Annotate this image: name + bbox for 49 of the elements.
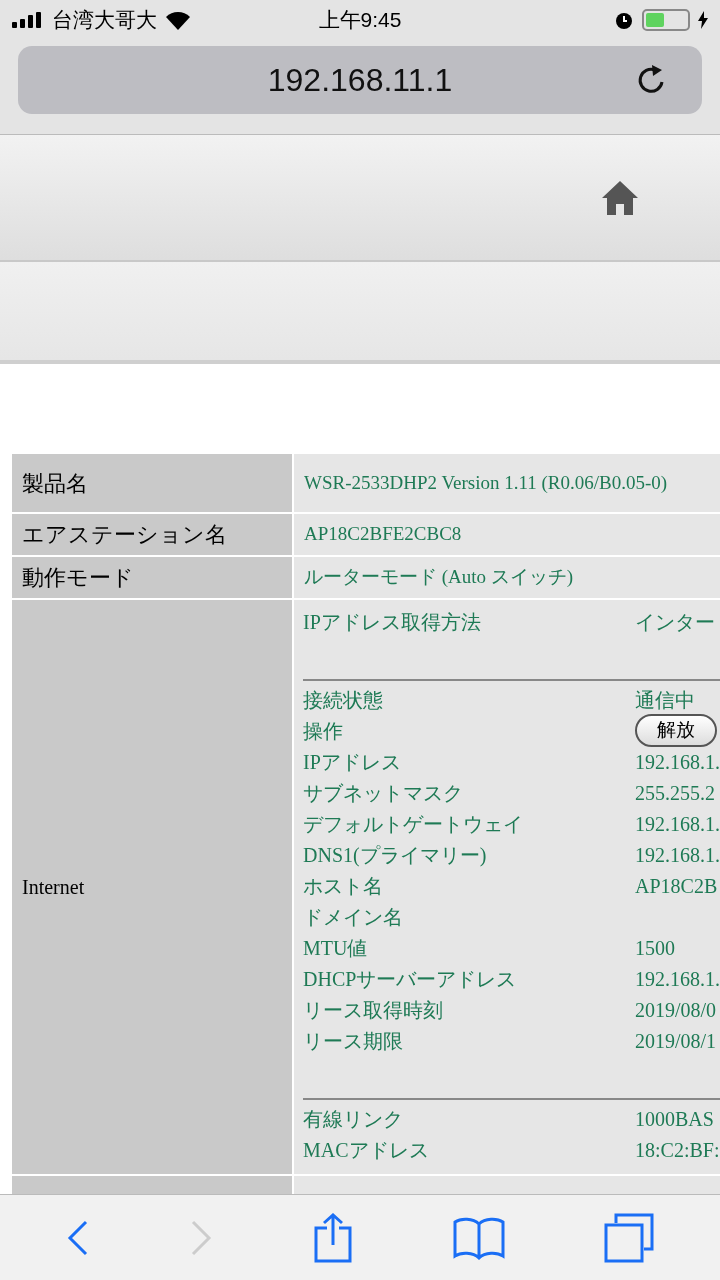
row-value: ルーターモード (Auto スイッチ) — [304, 565, 574, 590]
bookmarks-icon[interactable] — [452, 1215, 505, 1260]
row-header: エアステーション名 — [12, 514, 292, 555]
carrier-name: 台湾大哥大 — [52, 7, 157, 34]
back-icon[interactable] — [65, 1219, 90, 1256]
home-icon[interactable] — [602, 180, 638, 215]
field-label: ホスト名 — [303, 873, 384, 899]
charging-icon — [698, 11, 708, 29]
field-value: 1500 — [635, 935, 675, 961]
field-label: 操作 — [303, 718, 344, 744]
field-value: 255.255.2 — [635, 780, 715, 806]
signal-icon — [12, 12, 44, 28]
field-label: リース期限 — [303, 1028, 404, 1054]
field-value: 1000BAS — [635, 1106, 714, 1132]
field-label: サブネットマスク — [303, 780, 464, 806]
tabs-icon[interactable] — [604, 1212, 655, 1263]
row-header: 動作モード — [12, 557, 292, 598]
row-value: WSR-2533DHP2 Version 1.11 (R0.06/B0.05-0) — [304, 470, 668, 495]
battery-icon — [642, 9, 690, 31]
field-value: 2019/08/0 — [635, 997, 717, 1023]
wifi-icon — [165, 10, 191, 30]
field-value: インター — [635, 609, 715, 635]
field-label: デフォルトゲートウェイ — [303, 811, 524, 837]
field-value: 192.168.1. — [635, 842, 720, 868]
release-button[interactable]: 解放 — [635, 714, 717, 747]
field-value: 192.168.1. — [635, 811, 720, 837]
field-label: 接続状態 — [303, 687, 384, 713]
clock-time: 上午9:45 — [317, 7, 403, 34]
field-value: AP18C2B — [635, 873, 718, 899]
field-label: MTU値 — [303, 935, 369, 961]
field-label: MACアドレス — [303, 1137, 430, 1163]
address-bar[interactable]: 192.168.11.1 — [18, 46, 702, 114]
field-value: 18:C2:BF: — [635, 1137, 720, 1163]
field-label: 有線リンク — [303, 1106, 404, 1132]
field-label: IPアドレス — [303, 749, 402, 775]
row-value: AP18C2BFE2CBC8 — [304, 522, 462, 547]
field-label: DHCPサーバーアドレス — [303, 966, 518, 992]
field-label: リース取得時刻 — [303, 997, 444, 1023]
share-icon[interactable] — [313, 1212, 353, 1263]
field-value: 192.168.1. — [635, 749, 720, 775]
field-label: IPアドレス取得方法 — [303, 609, 482, 635]
field-value: 192.168.1. — [635, 966, 720, 992]
field-label: ドメイン名 — [303, 904, 404, 930]
row-header: 製品名 — [12, 454, 292, 512]
field-label: DNS1(プライマリー) — [303, 842, 488, 869]
alarm-icon — [614, 10, 634, 30]
row-header: Internet — [22, 875, 85, 900]
field-value: 通信中 — [635, 687, 695, 713]
field-value: 2019/08/1 — [635, 1028, 717, 1054]
